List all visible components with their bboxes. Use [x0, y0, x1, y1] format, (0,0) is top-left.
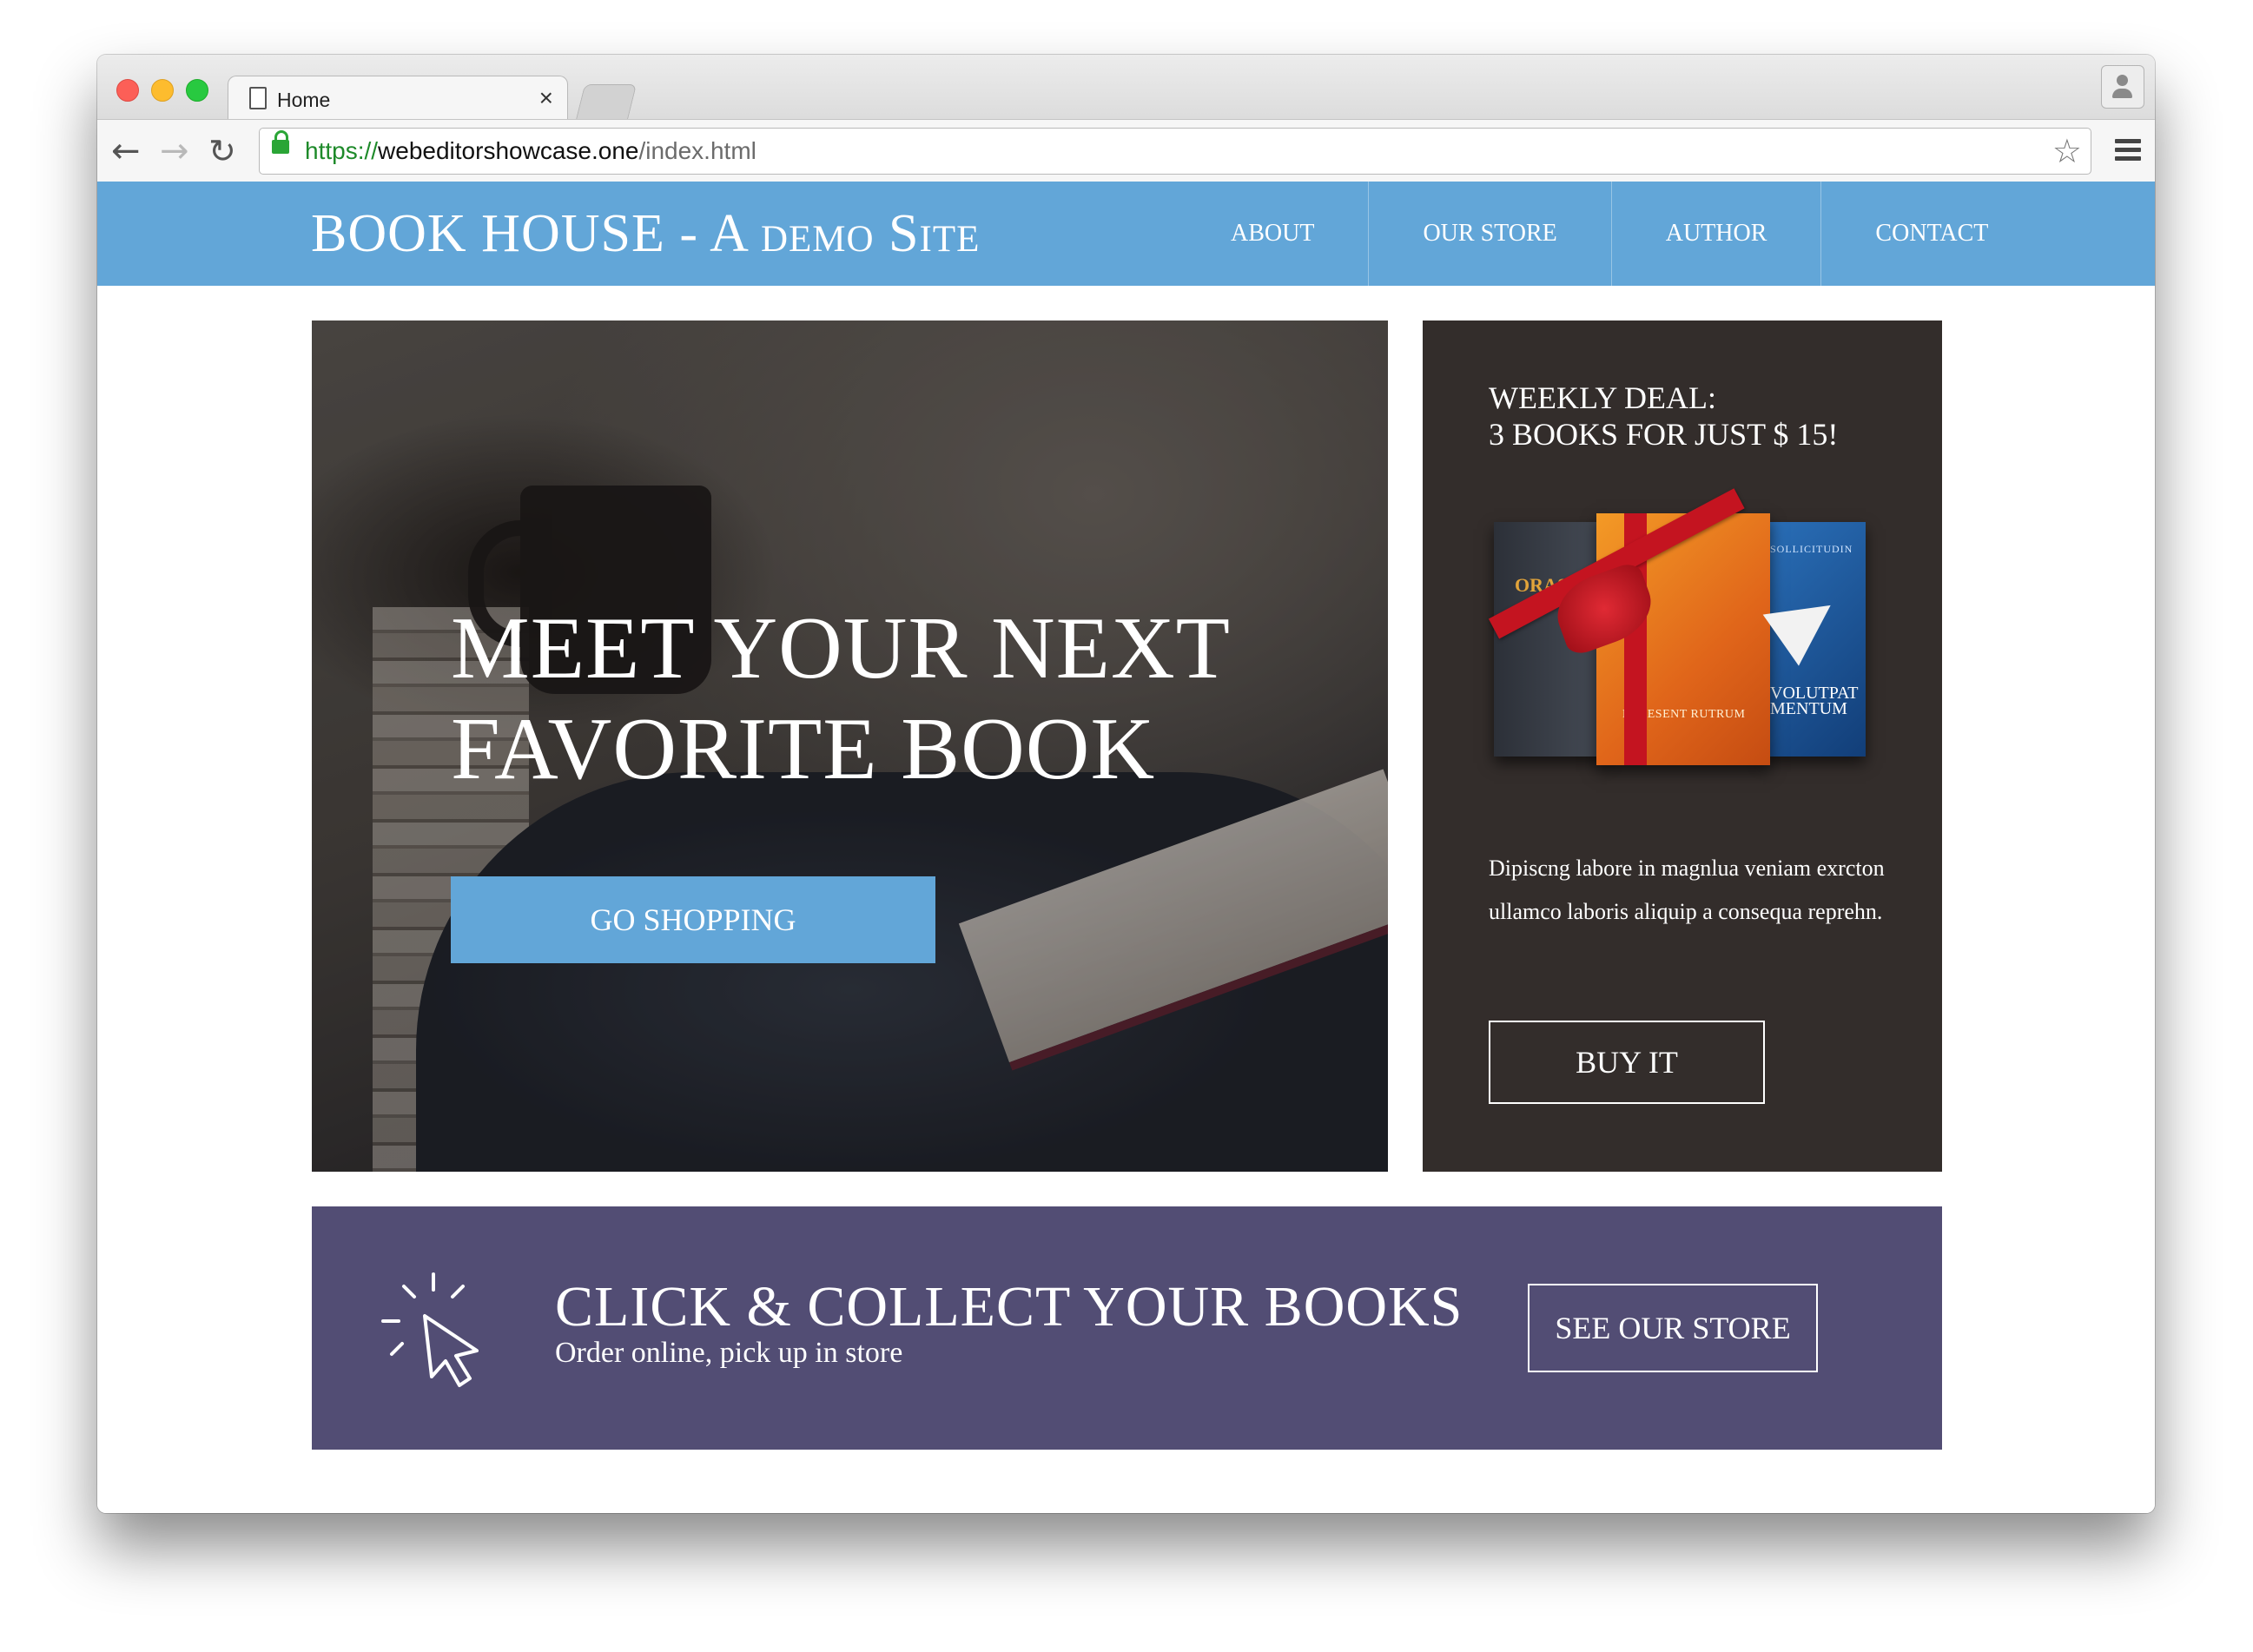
page-viewport: BOOK HOUSE - A demo Site ABOUT OUR STORE…: [97, 182, 2155, 1513]
book-caption-right-top: SOLLICITUDIN: [1770, 543, 1853, 555]
lock-icon: [272, 130, 289, 154]
weekly-deal-panel: WEEKLY DEAL: 3 BOOKS FOR JUST $ 15! ORAS…: [1423, 320, 1942, 1172]
url-path: /index.html: [638, 137, 757, 164]
hero-section: MEET YOUR NEXT FAVORITE BOOK GO SHOPPING: [312, 320, 1388, 1172]
hamburger-menu-icon[interactable]: [2115, 139, 2141, 165]
deal-title-line1: WEEKLY DEAL:: [1489, 380, 1716, 415]
nav-item-contact[interactable]: CONTACT: [1820, 182, 2042, 286]
nav-item-our-store[interactable]: OUR STORE: [1368, 182, 1610, 286]
url-scheme: https://: [305, 137, 379, 164]
url-host: webeditorshowcase.one: [378, 137, 639, 164]
site-title-main: BOOK HOUSE - A: [311, 204, 761, 263]
user-icon[interactable]: [2101, 65, 2144, 109]
title-bar: Home ×: [97, 55, 2155, 122]
hero-headline-line2: FAVORITE BOOK: [451, 700, 1156, 798]
site-header: BOOK HOUSE - A demo Site ABOUT OUR STORE…: [97, 182, 2155, 286]
zoom-window-button[interactable]: [186, 79, 208, 102]
go-shopping-button[interactable]: GO SHOPPING: [451, 876, 935, 963]
address-bar[interactable]: https://webeditorshowcase.one/index.html…: [259, 128, 2091, 175]
buy-it-button[interactable]: BUY IT: [1489, 1021, 1765, 1104]
click-collect-banner: CLICK & COLLECT YOUR BOOKS Order online,…: [312, 1206, 1942, 1450]
browser-toolbar: ← → ↻ https://webeditorshowcase.one/inde…: [97, 119, 2155, 183]
minimize-window-button[interactable]: [151, 79, 174, 102]
arrow-right-icon[interactable]: →: [160, 127, 189, 175]
see-our-store-button[interactable]: SEE OUR STORE: [1528, 1284, 1818, 1372]
page-icon: [249, 87, 267, 109]
browser-tab[interactable]: Home ×: [228, 76, 568, 122]
main-nav: ABOUT OUR STORE AUTHOR CONTACT: [1133, 182, 2042, 286]
deal-books-image: ORAS SOLLICITUDIN VOLUTPAT MENTUM PRAESE…: [1488, 488, 1867, 800]
star-icon[interactable]: ☆: [2052, 129, 2082, 174]
new-tab-button[interactable]: [575, 84, 638, 120]
nav-item-author[interactable]: AUTHOR: [1610, 182, 1821, 286]
nav-item-about[interactable]: ABOUT: [1133, 182, 1368, 286]
deal-title-line2: 3 BOOKS FOR JUST $ 15!: [1489, 417, 1839, 452]
deal-title: WEEKLY DEAL: 3 BOOKS FOR JUST $ 15!: [1489, 380, 1838, 453]
reload-icon[interactable]: ↻: [208, 127, 236, 175]
cursor-click-icon: [381, 1272, 479, 1387]
tab-title: Home: [277, 89, 331, 111]
url-text[interactable]: https://webeditorshowcase.one/index.html: [305, 129, 757, 174]
site-title-small-caps: demo Site: [760, 204, 981, 263]
site-title[interactable]: BOOK HOUSE - A demo Site: [311, 199, 980, 268]
hero-headline: MEET YOUR NEXT FAVORITE BOOK: [451, 598, 1231, 800]
arrow-left-icon[interactable]: ←: [111, 127, 141, 175]
deal-description: Dipiscng labore in magnlua veniam exrcto…: [1489, 856, 1885, 924]
banner-title: CLICK & COLLECT YOUR BOOKS: [555, 1275, 1463, 1338]
book-caption-right: VOLUTPAT MENTUM: [1770, 684, 1859, 718]
close-window-button[interactable]: [116, 79, 139, 102]
hero-headline-line1: MEET YOUR NEXT: [451, 599, 1231, 697]
banner-subtitle: Order online, pick up in store: [555, 1337, 903, 1369]
tab-close-icon[interactable]: ×: [539, 84, 553, 112]
browser-window: Home × ← → ↻ https://webeditorshowcase.o…: [97, 55, 2155, 1513]
